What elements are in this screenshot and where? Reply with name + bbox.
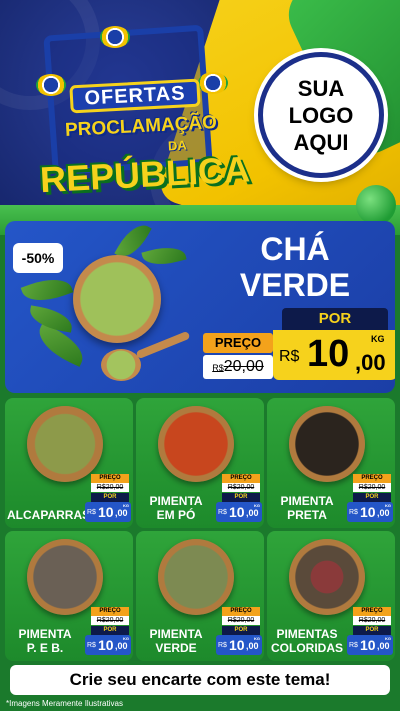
old-price: R$20,00 — [222, 616, 260, 625]
leaf-decor — [20, 271, 74, 309]
disclaimer-text: *Imagens Meramente Ilustrativas — [6, 699, 123, 708]
old-price: R$20,00 — [203, 355, 273, 379]
price-unit: KG — [371, 334, 385, 344]
product-card-pimenta-p-e-b[interactable]: PIMENTA P. E B. PREÇO R$20,00 POR R$ 10,00… — [5, 531, 133, 661]
leaf-decor — [27, 305, 75, 333]
black-pepper-bowl-image — [289, 406, 365, 482]
green-pepper-bowl-image — [158, 539, 234, 615]
new-price: R$ 10,00 KG — [216, 635, 262, 655]
logo-placeholder[interactable]: SUA LOGO AQUI — [258, 52, 384, 178]
create-flyer-button[interactable]: Crie seu encarte com este tema! — [10, 665, 390, 695]
preco-label: PREÇO — [222, 607, 260, 616]
old-price: R$20,00 — [91, 616, 129, 625]
header-banner: OFERTAS PROCLAMAÇÃO DA REPÚBLICA SUA LOG… — [0, 0, 400, 215]
preco-label: PREÇO — [91, 607, 129, 616]
featured-name-line1: CHÁ — [260, 231, 330, 267]
old-price: R$20,00 — [353, 483, 391, 492]
preco-label: PREÇO — [222, 474, 260, 483]
wooden-spoon-handle — [135, 330, 191, 360]
old-price: R$20,00 — [91, 483, 129, 492]
brazil-flag-icon — [36, 74, 66, 96]
old-price: R$20,00 — [353, 616, 391, 625]
pepper-powder-bowl-image — [158, 406, 234, 482]
product-name: PIMENTA PRETA — [280, 494, 334, 522]
por-label: POR — [91, 626, 129, 635]
product-card-pimentas-coloridas[interactable]: PIMENTAS COLORIDAS PREÇO R$20,00 POR R$ 10… — [267, 531, 395, 661]
old-price: R$20,00 — [222, 483, 260, 492]
new-price: R$ 10 ,00 KG — [273, 330, 395, 380]
product-card-alcaparras[interactable]: ALCAPARRAS PREÇO R$20,00 POR R$ 10,00 KG — [5, 398, 133, 528]
discount-badge: -50% — [13, 243, 63, 273]
new-price: R$ 10,00 KG — [216, 502, 262, 522]
preco-label: PREÇO — [203, 333, 273, 353]
new-price: R$ 10,00 KG — [347, 635, 393, 655]
featured-product-card[interactable]: -50% CHÁ VERDE POR PREÇO R$20,00 R$ 10 ,… — [5, 221, 395, 393]
green-tea-bowl — [73, 255, 161, 343]
brazil-flag-icon — [100, 26, 130, 48]
product-name: PIMENTA P. E B. — [18, 627, 72, 655]
title-republica: REPÚBLICA — [39, 148, 251, 201]
por-label: POR — [353, 626, 391, 635]
new-price-decimal: ,00 — [355, 350, 386, 375]
product-card-pimenta-preta[interactable]: PIMENTA PRETA PREÇO R$20,00 POR R$ 10,00 KG — [267, 398, 395, 528]
new-price: R$ 10,00 KG — [85, 635, 131, 655]
new-price-integer: 10 — [307, 333, 350, 375]
product-name: PIMENTAS COLORIDAS — [271, 627, 343, 655]
leaf-decor — [141, 241, 187, 271]
preco-label: PREÇO — [353, 607, 391, 616]
preco-label: PREÇO — [353, 474, 391, 483]
product-name: PIMENTA EM PÓ — [149, 494, 203, 522]
product-card-pimenta-em-po[interactable]: PIMENTA EM PÓ PREÇO R$20,00 POR R$ 10,00 KG — [136, 398, 264, 528]
new-price: R$ 10,00 KG — [85, 502, 131, 522]
new-price-currency: R$ — [279, 348, 300, 365]
new-price: R$ 10,00 KG — [347, 502, 393, 522]
brazil-flag-icon — [198, 72, 228, 94]
logo-text-line: LOGO — [288, 102, 354, 128]
por-label: POR — [91, 493, 129, 502]
capers-bowl-image — [27, 406, 103, 482]
product-name: PIMENTA VERDE — [149, 627, 203, 655]
logo-text-line: AQUI — [293, 129, 349, 155]
featured-name-line2: VERDE — [239, 267, 351, 303]
mixed-pepper-bowl-image — [289, 539, 365, 615]
product-grid: ALCAPARRAS PREÇO R$20,00 POR R$ 10,00 KG P… — [5, 398, 395, 662]
black-white-pepper-bowl-image — [27, 539, 103, 615]
featured-product-name: CHÁ VERDE — [210, 231, 380, 303]
logo-text-line: SUA — [297, 75, 345, 101]
campaign-title: OFERTAS PROCLAMAÇÃO DA REPÚBLICA — [28, 22, 251, 202]
featured-product-image: -50% — [5, 221, 195, 393]
wooden-spoon — [101, 349, 141, 381]
por-label: POR — [282, 308, 388, 330]
product-card-pimenta-verde[interactable]: PIMENTA VERDE PREÇO R$20,00 POR R$ 10,00 KG — [136, 531, 264, 661]
green-ball-decor — [356, 185, 396, 225]
old-price-value: R$20,00 — [212, 358, 264, 375]
por-label: POR — [222, 493, 260, 502]
product-name: ALCAPARRAS — [7, 508, 91, 522]
preco-label: PREÇO — [91, 474, 129, 483]
por-label: POR — [222, 626, 260, 635]
por-label: POR — [353, 493, 391, 502]
